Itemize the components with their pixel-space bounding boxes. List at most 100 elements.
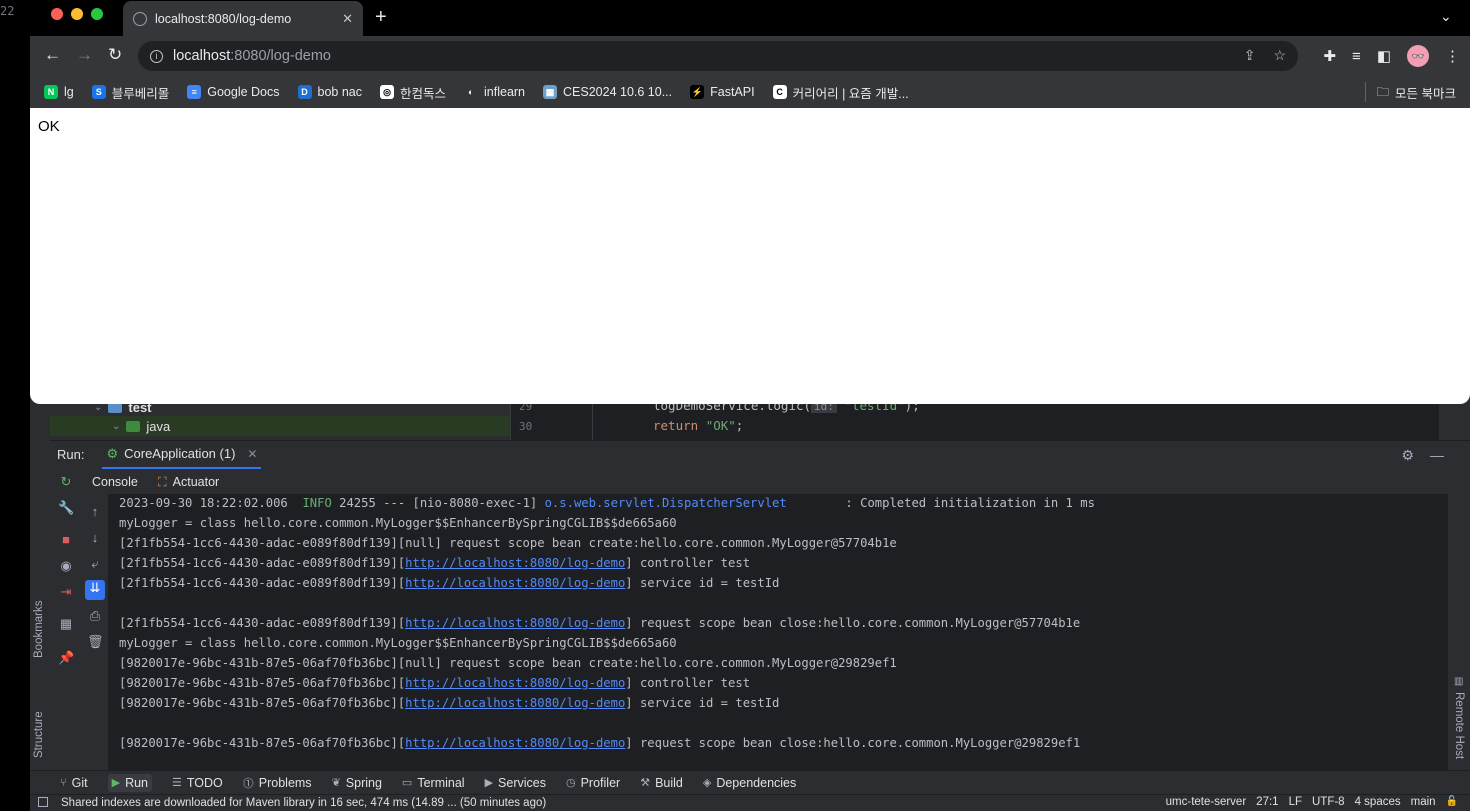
console-link[interactable]: http://localhost:8080/log-demo xyxy=(405,696,625,710)
close-window-button[interactable] xyxy=(51,8,63,20)
status-widget[interactable]: 4 spaces xyxy=(1355,796,1401,808)
lock-icon[interactable]: 🔓 xyxy=(1446,796,1458,808)
tab-actuator[interactable]: ⛶ Actuator xyxy=(158,475,219,490)
tool-build[interactable]: ⚒ Build xyxy=(640,776,683,790)
remote-host-tool-label[interactable]: Remote Host xyxy=(1453,692,1465,759)
bookmarks-tool-label[interactable]: Bookmarks xyxy=(33,600,45,658)
status-widget[interactable]: LF xyxy=(1289,796,1302,808)
url-text[interactable]: localhost:8080/log-demo xyxy=(173,48,331,64)
tool-label: Profiler xyxy=(580,775,621,790)
console-link[interactable]: http://localhost:8080/log-demo xyxy=(405,576,625,590)
stop-icon[interactable]: ■ xyxy=(58,532,74,547)
status-square-icon[interactable] xyxy=(38,797,48,807)
forward-icon[interactable]: → xyxy=(76,45,93,65)
wrench-icon[interactable]: 🔧 xyxy=(58,500,74,516)
console-text: [9820017e-96bc-431b-87e5-06af70fb36bc][ xyxy=(119,676,406,690)
tab-console[interactable]: Console xyxy=(92,475,138,489)
camera-icon[interactable]: ◉ xyxy=(58,558,74,574)
share-icon[interactable]: ⇪ xyxy=(1244,47,1256,64)
gear-icon[interactable]: ⚙ xyxy=(1401,447,1414,464)
bookmark-item[interactable]: ≡ Google Docs xyxy=(187,85,280,99)
bookmark-item[interactable]: ◐ inflearn xyxy=(464,85,525,99)
status-widget[interactable]: umc-tete-server xyxy=(1166,796,1247,808)
bookmark-item[interactable]: S 블루베리몰 xyxy=(91,83,170,102)
bookmark-item[interactable]: ⚡ FastAPI xyxy=(690,85,755,99)
status-widget[interactable]: UTF-8 xyxy=(1312,796,1345,808)
tool-window-bar: ⑂ Git ▶ Run ☰ TODO ⓵ Problems ❦ Spring ▭ Terminal ▶ S… xyxy=(30,770,1470,794)
bookmark-label: 한컴독스 xyxy=(400,86,447,101)
page-content: OK xyxy=(30,108,1470,404)
console-link[interactable]: http://localhost:8080/log-demo xyxy=(405,676,625,690)
tool-terminal[interactable]: ▭ Terminal xyxy=(402,776,465,790)
trash-icon[interactable]: 🗑 xyxy=(87,634,104,650)
tool-todo[interactable]: ☰ TODO xyxy=(172,776,223,790)
tool-label: Git xyxy=(71,775,88,790)
arrow-up-icon[interactable]: ↑ xyxy=(87,504,103,519)
tab-title: localhost:8080/log-demo xyxy=(155,11,292,26)
bookmark-item[interactable]: Nlg xyxy=(44,85,74,99)
folder-icon xyxy=(126,420,141,432)
careerly-icon: C xyxy=(772,85,787,99)
arrow-down-icon[interactable]: ↓ xyxy=(87,530,103,545)
side-panel-icon[interactable]: ◧ xyxy=(1377,47,1391,65)
bookmarks-divider xyxy=(1365,82,1366,102)
new-tab-icon[interactable]: + xyxy=(375,6,387,29)
bookmark-item[interactable]: ◎ 한컴독스 xyxy=(380,83,446,102)
bookmark-item[interactable]: Dbob nac xyxy=(297,85,362,99)
address-bar[interactable]: i localhost:8080/log-demo ⇪ ☆ xyxy=(138,41,1298,71)
console-link[interactable]: http://localhost:8080/log-demo xyxy=(405,556,625,570)
info-icon[interactable]: i xyxy=(150,49,163,63)
soft-wrap-icon[interactable]: ⤶ xyxy=(87,556,103,572)
tool-dependencies[interactable]: ◈ Dependencies xyxy=(703,776,796,790)
bookmark-label: 블루베리몰 xyxy=(111,86,170,101)
tool-profiler[interactable]: ◷ Profiler xyxy=(566,776,620,790)
console-text: : Completed initialization in 1 ms xyxy=(786,496,1095,510)
minimize-icon[interactable]: — xyxy=(1430,447,1444,464)
status-message[interactable]: Shared indexes are downloaded for Maven … xyxy=(61,797,546,809)
reload-icon[interactable]: ↻ xyxy=(108,45,122,65)
tab-core-application[interactable]: ⚙ CoreApplication (1) ✕ xyxy=(102,441,262,469)
tool-problems[interactable]: ⓵ Problems xyxy=(243,775,312,791)
avatar[interactable]: 👓 xyxy=(1407,45,1429,67)
tool-label: Terminal xyxy=(417,775,465,790)
chevron-down-icon[interactable]: ⌄ xyxy=(1440,8,1452,25)
console-output[interactable]: 2023-09-30 18:22:02.006 INFO 24255 --- [… xyxy=(108,494,1448,770)
exit-icon[interactable]: ⇥ xyxy=(58,584,74,600)
tool-run[interactable]: ▶ Run xyxy=(107,773,152,792)
tool-git[interactable]: ⑂ Git xyxy=(60,776,88,790)
status-widget[interactable]: main xyxy=(1411,796,1436,808)
console-link[interactable]: http://localhost:8080/log-demo xyxy=(405,616,625,630)
console-text: o.s.web.servlet.DispatcherServlet xyxy=(544,496,787,510)
print-icon[interactable]: ⎙ xyxy=(87,608,103,624)
console-link[interactable]: http://localhost:8080/log-demo xyxy=(405,736,625,750)
star-icon[interactable]: ☆ xyxy=(1273,47,1286,64)
tool-services[interactable]: ▶ Services xyxy=(485,776,546,790)
tool-spring[interactable]: ❦ Spring xyxy=(332,776,382,790)
bookmark-item[interactable]: C 커리어리 | 요즘 개발... xyxy=(772,83,909,102)
bookmark-item[interactable]: ▦ CES2024 10.6 10... xyxy=(543,85,672,99)
scroll-to-end-icon[interactable]: ⇊ xyxy=(85,580,105,600)
pin-icon[interactable]: 📌 xyxy=(58,650,74,666)
more-icon[interactable]: ⋮ xyxy=(1445,47,1460,65)
close-icon[interactable]: ✕ xyxy=(342,11,353,27)
console-line: [2f1fb554-1cc6-4430-adac-e089f80df139][h… xyxy=(119,576,779,590)
media-queue-icon[interactable]: ≡ xyxy=(1352,48,1361,65)
console-text: ] controller test xyxy=(625,676,751,690)
all-bookmarks-button[interactable]: 🗀 모든 북마크 xyxy=(1377,83,1457,104)
actuator-icon: ⛶ xyxy=(157,474,167,489)
console-line: [9820017e-96bc-431b-87e5-06af70fb36bc][h… xyxy=(119,676,750,690)
close-icon[interactable]: ✕ xyxy=(247,447,257,461)
tree-item-java[interactable]: ⌄ java xyxy=(50,416,510,436)
back-icon[interactable]: ← xyxy=(44,45,61,65)
spring-run-icon: ⚙ xyxy=(106,445,119,461)
tool-label: Spring xyxy=(345,775,382,790)
rerun-icon[interactable]: ↻ xyxy=(58,474,74,490)
browser-tab[interactable]: localhost:8080/log-demo ✕ xyxy=(123,1,363,36)
layout-icon[interactable]: ▦ xyxy=(58,616,74,632)
status-widget[interactable]: 27:1 xyxy=(1256,796,1278,808)
minimize-window-button[interactable] xyxy=(71,8,83,20)
extensions-icon[interactable]: ✚ xyxy=(1323,47,1336,65)
line-number: 22 xyxy=(0,4,15,18)
zoom-window-button[interactable] xyxy=(91,8,103,20)
structure-tool-label[interactable]: Structure xyxy=(33,711,45,758)
